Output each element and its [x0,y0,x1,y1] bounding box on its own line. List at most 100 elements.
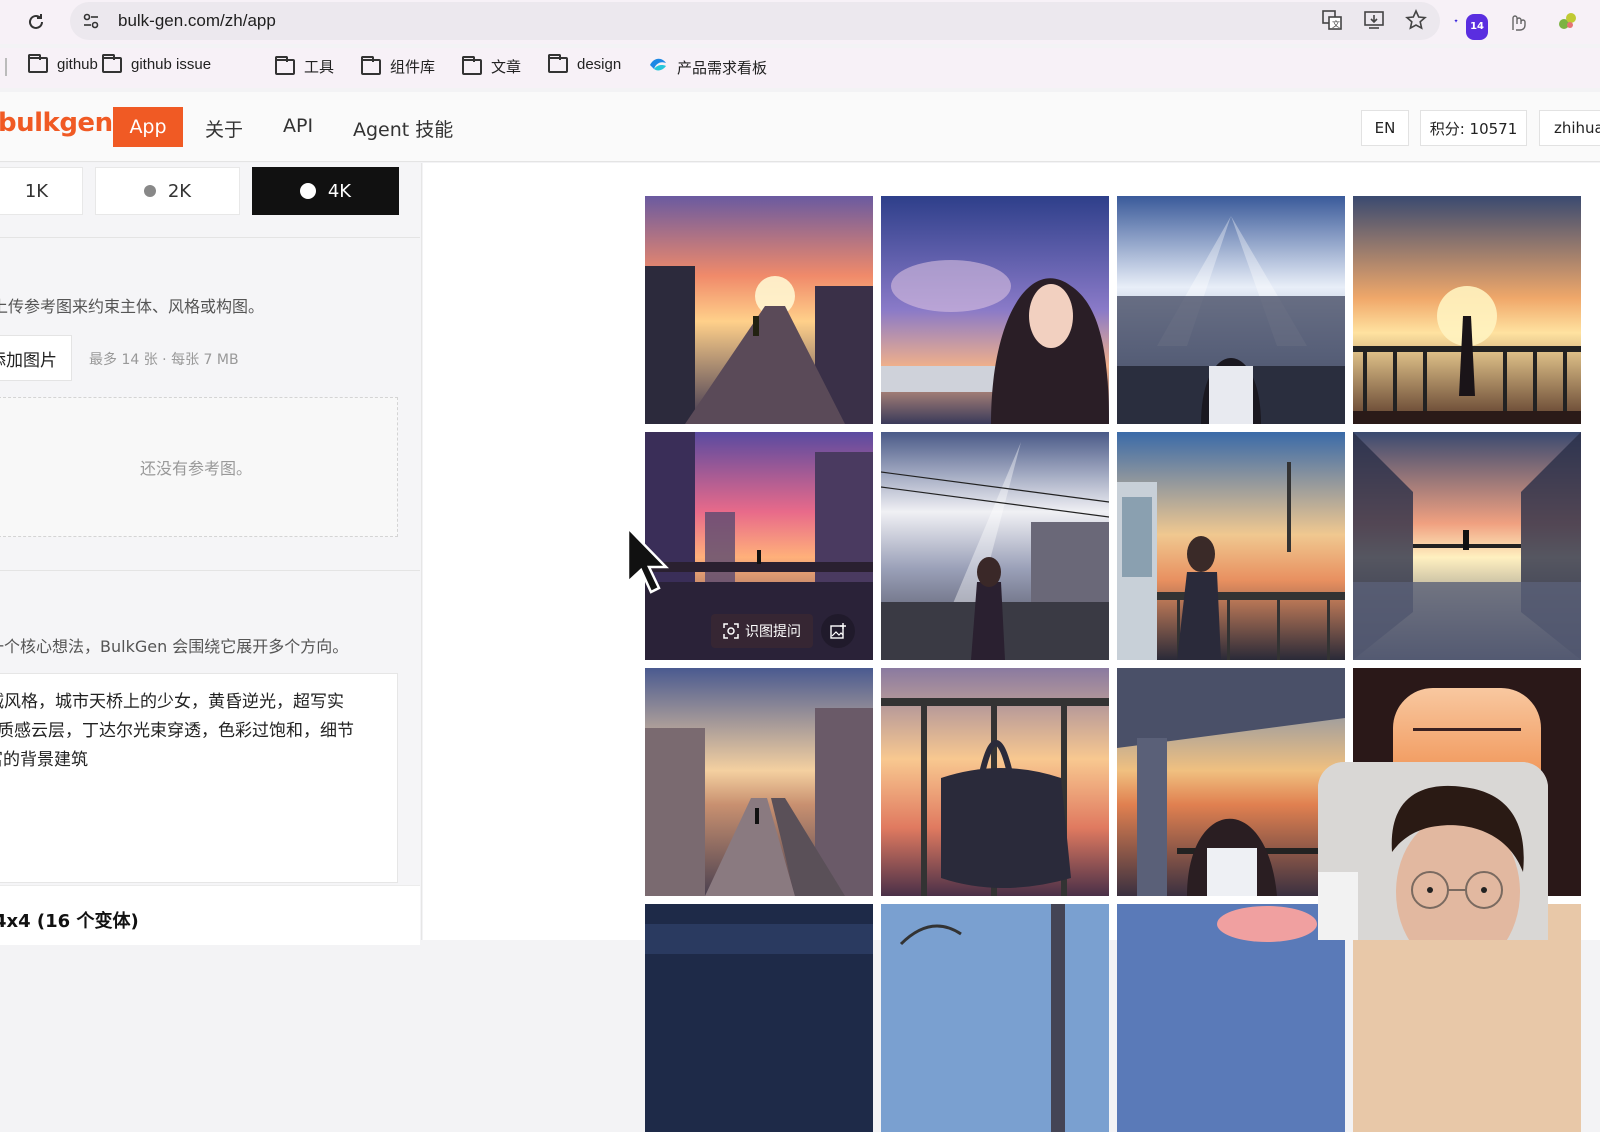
resolution-label: 2K [167,180,192,202]
nav-app[interactable]: App [113,107,183,147]
language-button[interactable]: EN [1361,110,1409,146]
bookmark-label: 产品需求看板 [677,59,768,77]
gesture-extension-icon[interactable] [1504,8,1530,34]
ask-about-image-button[interactable]: 识图提问 [711,614,813,648]
bookmark-board[interactable]: 产品需求看板 [648,56,767,78]
ask-about-image-label: 识图提问 [745,624,801,640]
folder-icon [361,55,381,75]
image-tile[interactable] [645,196,873,424]
resolution-label: 1K [24,180,49,202]
mouse-cursor-icon [626,526,669,594]
prompt-textarea[interactable]: 新海诚风格，城市天桥上的少女，黄昏逆光，超写实 质感云层，丁达尔光束穿透，色彩过… [0,673,398,883]
bookmark-label: 组件库 [390,59,436,76]
generated-image [881,196,1109,424]
translate-icon[interactable]: 文 [1320,8,1344,32]
bookmark-design[interactable]: design [548,53,622,73]
bookmark-tools[interactable]: 工具 [275,55,335,77]
folder-icon [548,53,568,73]
resolution-2k[interactable]: 2K [95,167,240,215]
generated-image [881,668,1109,896]
image-tile[interactable] [1117,432,1345,660]
scan-icon [723,623,739,639]
generated-image [1117,432,1345,660]
prompt-line: 质感云层，丁达尔光束穿透，色彩过饱和，细节 [0,721,354,741]
radio-dot-icon [143,185,156,197]
image-tile[interactable] [881,432,1109,660]
folder-icon [28,53,48,73]
bookmark-label: 工具 [304,59,335,76]
tile-hover-actions: 识图提问 [711,614,855,648]
browser-toolbar: bulk-gen.com/zh/app 文 14 [0,0,1600,44]
generated-image [645,904,873,1132]
generated-image [1117,904,1345,1132]
bookmark-github-issue[interactable]: github issue [102,53,212,73]
generated-image [881,432,1109,660]
idea-hint: 一个核心想法，BulkGen 会围绕它展开多个方向。 [0,637,349,656]
add-image-label: 添加图片 [0,350,57,371]
prompt-line: 新海诚风格，城市天桥上的少女，黄昏逆光，超写实 [0,692,344,712]
empty-text: 还没有参考图。 [139,459,252,478]
image-tile[interactable] [881,196,1109,424]
bookmark-label: github issue [131,56,212,73]
extension-badge: 14 [1466,14,1488,40]
image-tile[interactable]: 识图提问 [645,432,873,660]
resolution-1k[interactable]: 1K [0,167,83,215]
url-text: bulk-gen.com/zh/app [118,11,276,30]
presenter-avatar [1318,762,1548,940]
bookmark-label: design [577,56,622,73]
bookmarks-divider [5,58,7,76]
generated-image [881,904,1109,1132]
install-app-icon[interactable] [1362,8,1386,32]
nav-api[interactable]: API [283,115,313,137]
reference-dropzone[interactable]: 还没有参考图。 [0,397,398,537]
puzzle-extension-icon[interactable] [1554,8,1580,34]
resolution-label: 4K [327,180,352,202]
image-tile[interactable] [1117,668,1345,896]
folder-icon [462,55,482,75]
folder-icon [102,53,122,73]
reload-icon[interactable] [24,10,48,34]
bookmark-star-icon[interactable] [1404,8,1428,32]
image-tile[interactable] [1353,196,1581,424]
bookmark-components[interactable]: 组件库 [361,55,436,77]
image-add-icon [830,623,846,639]
bookmark-label: 文章 [491,59,522,76]
grid-info: 4x4 (16 个变体) [0,885,420,945]
generated-image [1117,668,1345,896]
logo[interactable]: bulkgen [0,108,113,138]
bookmarks-bar: github github issue 工具 组件库 文章 design 产品需… [0,48,1600,88]
image-tile[interactable] [1117,196,1345,424]
webcam-overlay [1318,762,1548,940]
resolution-4k[interactable]: 4K [252,167,399,215]
settings-panel: 1K 2K 4K 上传参考图来约束主体、风格或构图。 添加图片 最多 14 张 … [0,163,422,945]
app-header: bulkgen App 关于 API Agent 技能 EN 积分: 10571… [0,92,1600,162]
user-menu[interactable]: zhihua [1539,110,1600,146]
bookmark-github[interactable]: github [28,53,98,73]
upload-limit: 最多 14 张 · 每张 7 MB [89,352,239,368]
image-tile[interactable] [645,668,873,896]
image-tile[interactable] [881,668,1109,896]
bookmark-articles[interactable]: 文章 [462,55,522,77]
image-tile[interactable] [881,904,1109,1132]
image-tile[interactable] [1353,432,1581,660]
address-bar[interactable]: bulk-gen.com/zh/app 文 [70,2,1440,40]
image-tile[interactable] [1117,904,1345,1132]
site-settings-icon[interactable] [82,12,100,30]
extension-icon[interactable]: 14 [1454,8,1488,40]
image-tile[interactable] [645,904,873,1132]
reference-hint: 上传参考图来约束主体、风格或构图。 [0,297,265,316]
generated-image [645,668,873,896]
credits-badge: 积分: 10571 [1420,110,1527,146]
folder-icon [275,55,295,75]
use-as-reference-button[interactable] [821,614,855,648]
svg-text:文: 文 [1332,19,1340,29]
prompt-line: 丰富的背景建筑 [0,750,88,770]
nav-agent-skills[interactable]: Agent 技能 [353,115,453,142]
generated-image [645,196,873,424]
generated-image [1353,432,1581,660]
divider [0,570,420,571]
generated-image [1353,196,1581,424]
add-image-button[interactable]: 添加图片 [0,335,72,381]
nav-about[interactable]: 关于 [205,115,243,142]
radio-dot-icon [299,183,316,199]
